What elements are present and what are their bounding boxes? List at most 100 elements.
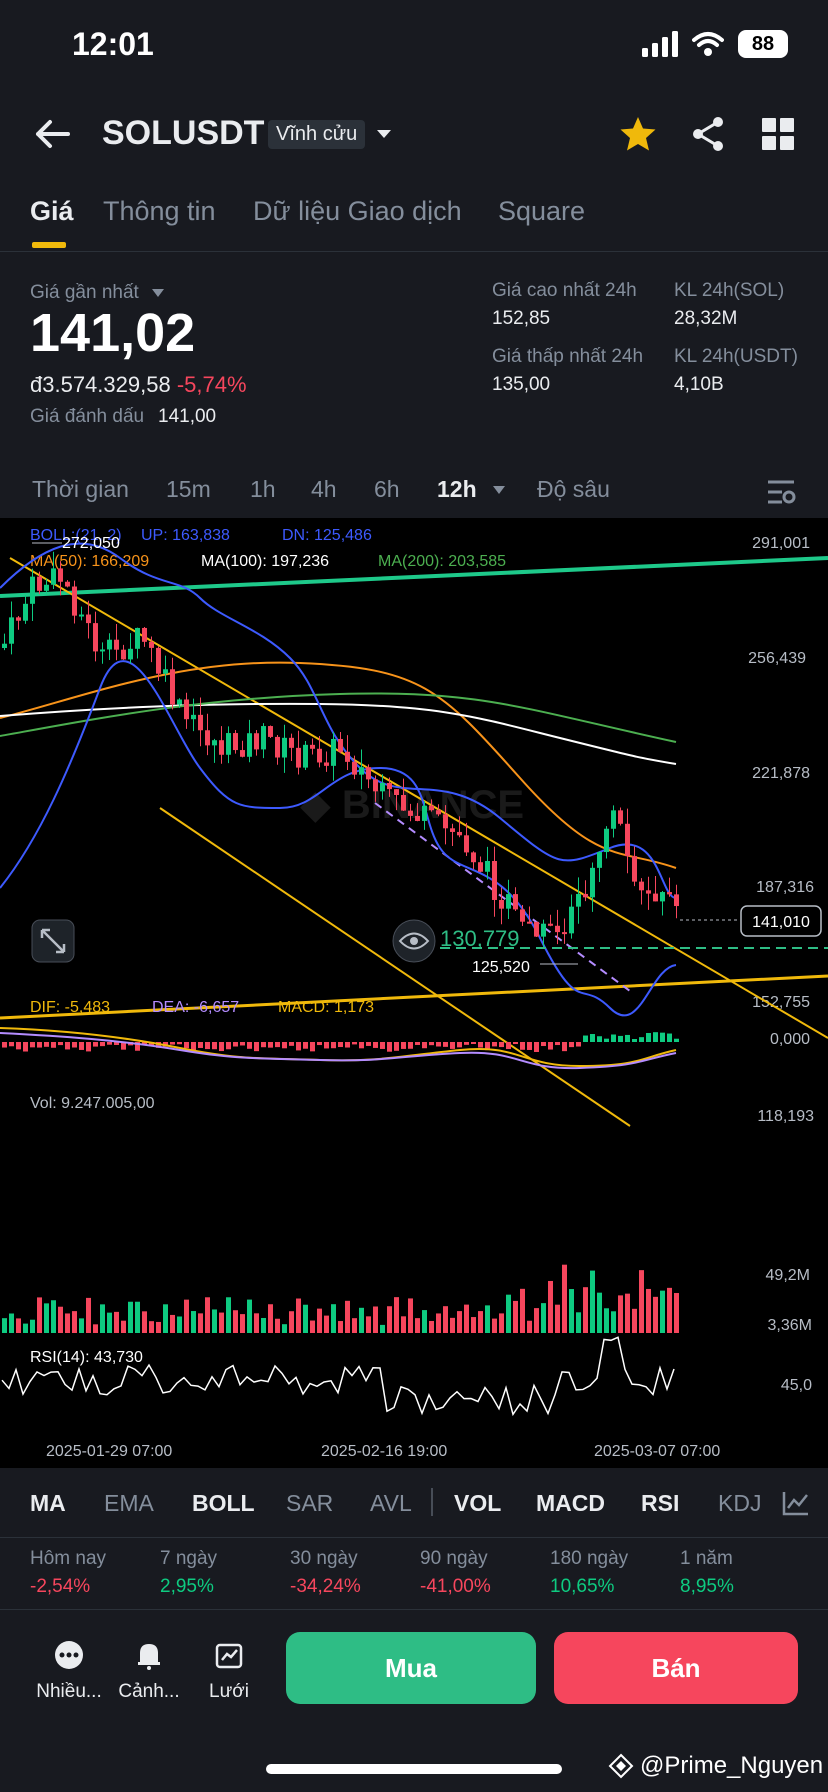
grid-bot-icon[interactable] bbox=[214, 1640, 244, 1670]
candle-body bbox=[450, 828, 455, 832]
back-arrow-icon[interactable] bbox=[28, 110, 76, 158]
current-price-tag-text: 141,010 bbox=[752, 914, 810, 931]
candle-body bbox=[513, 894, 518, 910]
volume-bar bbox=[478, 1311, 483, 1333]
dif-label: DIF: -5,483 bbox=[30, 999, 110, 1016]
mark-price: 141,00 bbox=[158, 406, 217, 427]
chart-canvas[interactable]: BOLL:(21, 2) UP: 163,838 DN: 125,486 MA(… bbox=[0, 518, 828, 1468]
share-icon[interactable] bbox=[688, 114, 728, 154]
volume-bar bbox=[569, 1289, 574, 1333]
indicator-ema[interactable]: EMA bbox=[104, 1490, 154, 1517]
volume-bar bbox=[667, 1287, 672, 1333]
buy-button[interactable]: Mua bbox=[286, 1632, 536, 1704]
vnd-price: đ3.574.329,58 bbox=[30, 372, 171, 397]
interval-4h[interactable]: 4h bbox=[311, 476, 337, 503]
symbol-title[interactable]: SOLUSDT bbox=[102, 114, 264, 153]
star-icon[interactable] bbox=[618, 114, 658, 154]
volume-bar bbox=[359, 1307, 364, 1333]
perf-90d: 90 ngày -41,00% bbox=[420, 1548, 491, 1597]
indicator-kdj[interactable]: KDJ bbox=[718, 1490, 761, 1517]
indicator-sar[interactable]: SAR bbox=[286, 1490, 333, 1517]
interval-6h[interactable]: 6h bbox=[374, 476, 400, 503]
candle-body bbox=[163, 669, 168, 674]
interval-depth[interactable]: Độ sâu bbox=[537, 476, 610, 503]
indicator-boll[interactable]: BOLL bbox=[192, 1490, 255, 1517]
candle-body bbox=[93, 623, 98, 652]
interval-15m[interactable]: 15m bbox=[166, 476, 211, 503]
volume-bar bbox=[296, 1298, 301, 1333]
candle-body bbox=[37, 576, 42, 591]
macd-bar bbox=[492, 1042, 497, 1047]
candle-body bbox=[2, 643, 7, 648]
candle-body bbox=[114, 639, 119, 650]
tab-square[interactable]: Square bbox=[498, 196, 585, 227]
volume-bar bbox=[58, 1306, 63, 1333]
candle-body bbox=[527, 921, 532, 924]
trendline-descending-upper bbox=[9, 557, 828, 1039]
candle-body bbox=[366, 767, 371, 780]
more-dots-icon[interactable] bbox=[54, 1640, 84, 1670]
volume-bar bbox=[65, 1313, 70, 1333]
candle-body bbox=[296, 747, 301, 768]
volume-bar bbox=[485, 1305, 490, 1333]
indicator-rsi[interactable]: RSI bbox=[641, 1490, 679, 1517]
contract-type-badge[interactable]: Vĩnh cửu bbox=[268, 120, 366, 149]
interval-12h[interactable]: 12h bbox=[437, 476, 477, 503]
last-price-label[interactable]: Giá gần nhất bbox=[30, 282, 139, 304]
chart-settings-icon[interactable] bbox=[766, 478, 796, 506]
price-axis-label: 221,878 bbox=[752, 765, 810, 782]
volume-bar bbox=[51, 1300, 56, 1333]
indicator-tabs: MA EMA BOLL SAR AVL VOL MACD RSI KDJ bbox=[0, 1468, 828, 1538]
caret-down-icon[interactable] bbox=[151, 287, 165, 299]
grid-menu-icon[interactable] bbox=[758, 114, 798, 154]
caret-down-icon[interactable] bbox=[372, 122, 396, 146]
candle-body bbox=[198, 714, 203, 731]
more-button[interactable]: Nhiều... bbox=[34, 1640, 104, 1703]
volume-bar bbox=[394, 1297, 399, 1333]
macd-bar bbox=[100, 1042, 105, 1047]
indicator-macd[interactable]: MACD bbox=[536, 1490, 605, 1517]
macd-bar bbox=[597, 1036, 602, 1042]
volume-bar bbox=[345, 1300, 350, 1333]
volume-bar bbox=[338, 1321, 343, 1333]
candle-body bbox=[226, 733, 231, 755]
price-axis-label: 187,316 bbox=[756, 879, 814, 896]
candle-body bbox=[562, 932, 567, 935]
indicator-divider bbox=[431, 1488, 433, 1516]
volume-bar bbox=[226, 1297, 231, 1333]
macd-bar bbox=[233, 1042, 238, 1047]
rsi-label: RSI(14): 43,730 bbox=[30, 1349, 143, 1366]
bell-icon[interactable] bbox=[134, 1640, 164, 1670]
macd-bar bbox=[44, 1042, 49, 1047]
candle-body bbox=[65, 581, 70, 587]
volume-bar bbox=[513, 1300, 518, 1333]
grid-bot-button[interactable]: Lưới bbox=[194, 1640, 264, 1703]
tab-price[interactable]: Giá bbox=[30, 196, 74, 227]
candlestick-chart[interactable]: BOLL:(21, 2) UP: 163,838 DN: 125,486 MA(… bbox=[0, 518, 828, 1468]
volume-bar bbox=[443, 1306, 448, 1333]
indicator-ma[interactable]: MA bbox=[30, 1490, 66, 1517]
caret-down-icon[interactable] bbox=[492, 484, 506, 496]
indicator-avl[interactable]: AVL bbox=[370, 1490, 412, 1517]
price-summary: Giá gần nhất 141,02 đ3.574.329,58 -5,74%… bbox=[0, 270, 828, 440]
volume-bar bbox=[79, 1318, 84, 1333]
tab-info[interactable]: Thông tin bbox=[103, 196, 216, 227]
macd-bar bbox=[2, 1042, 7, 1048]
indicator-vol[interactable]: VOL bbox=[454, 1490, 501, 1517]
macd-bar bbox=[23, 1042, 28, 1052]
indicator-settings-icon[interactable] bbox=[782, 1490, 810, 1516]
volume-axis-label: 3,36M bbox=[768, 1317, 812, 1334]
alert-button[interactable]: Cảnh... bbox=[114, 1640, 184, 1703]
interval-time[interactable]: Thời gian bbox=[32, 476, 129, 503]
interval-1h[interactable]: 1h bbox=[250, 476, 276, 503]
candle-body bbox=[268, 726, 273, 737]
candle-body bbox=[310, 744, 315, 749]
volume-bar bbox=[387, 1306, 392, 1333]
sell-button[interactable]: Bán bbox=[554, 1632, 798, 1704]
tab-trading-data[interactable]: Dữ liệu Giao dịch bbox=[253, 196, 462, 227]
price-change-pct: -5,74% bbox=[176, 372, 247, 397]
status-time: 12:01 bbox=[72, 26, 154, 62]
macd-bar bbox=[429, 1042, 434, 1046]
macd-bar bbox=[107, 1042, 112, 1045]
candle-body bbox=[121, 649, 126, 660]
